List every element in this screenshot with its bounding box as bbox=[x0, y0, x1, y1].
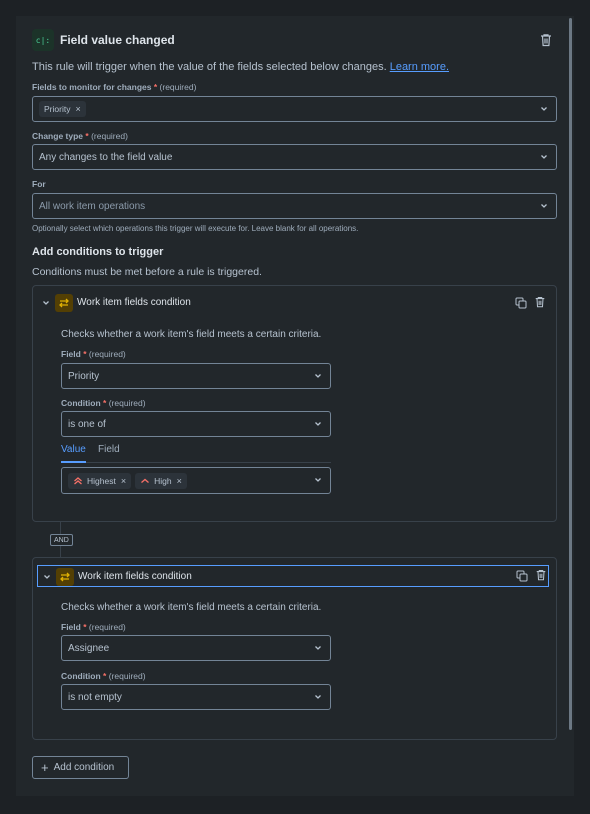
fields-to-monitor-select[interactable]: Priority × bbox=[32, 96, 557, 122]
chevron-down-icon bbox=[315, 374, 321, 378]
for-hint: Optionally select which operations this … bbox=[32, 224, 359, 233]
chevron-down-icon bbox=[315, 422, 321, 426]
for-label: For bbox=[32, 179, 46, 189]
add-condition-button[interactable]: + Add condition bbox=[32, 756, 129, 779]
remove-tag-icon[interactable]: × bbox=[121, 476, 126, 486]
duplicate-icon[interactable] bbox=[516, 570, 528, 582]
tab-field[interactable]: Field bbox=[98, 444, 120, 455]
chevron-down-icon bbox=[541, 155, 547, 159]
condition-operator-label: Condition * (required) bbox=[61, 671, 146, 681]
condition-operator-select[interactable]: is one of bbox=[61, 411, 331, 437]
condition-field-label: Field * (required) bbox=[61, 349, 126, 359]
delete-condition-icon[interactable] bbox=[535, 569, 547, 581]
panel-scrollbar[interactable] bbox=[569, 18, 572, 730]
value-field-tabs: Value Field bbox=[61, 444, 331, 463]
condition-title: Work item fields condition bbox=[78, 571, 192, 582]
chevron-down-icon bbox=[541, 204, 547, 208]
conditions-subtitle: Conditions must be met before a rule is … bbox=[32, 266, 262, 278]
chevron-down-icon[interactable] bbox=[43, 573, 51, 581]
condition-description: Checks whether a work item's field meets… bbox=[61, 329, 322, 340]
delete-trigger-icon[interactable] bbox=[539, 33, 553, 47]
condition-card-header[interactable]: Work item fields condition bbox=[37, 292, 549, 314]
for-operations-select[interactable]: All work item operations bbox=[32, 193, 557, 219]
trigger-icon: c|: bbox=[32, 29, 54, 51]
condition-title: Work item fields condition bbox=[77, 297, 191, 308]
condition-description: Checks whether a work item's field meets… bbox=[61, 602, 322, 613]
swap-icon bbox=[56, 568, 74, 586]
condition-card-header-focused[interactable]: Work item fields condition bbox=[37, 565, 549, 587]
value-tag-highest: Highest × bbox=[68, 472, 132, 489]
value-tag-high: High × bbox=[135, 472, 187, 489]
swap-icon bbox=[55, 294, 73, 312]
chevron-down-icon bbox=[541, 107, 547, 111]
trigger-title: Field value changed bbox=[60, 33, 175, 47]
plus-icon: + bbox=[41, 760, 49, 775]
trigger-description: This rule will trigger when the value of… bbox=[32, 61, 450, 73]
tab-value[interactable]: Value bbox=[61, 444, 86, 463]
learn-more-link[interactable]: Learn more. bbox=[390, 61, 449, 73]
condition-operator-label: Condition * (required) bbox=[61, 398, 146, 408]
condition-field-label: Field * (required) bbox=[61, 622, 126, 632]
condition-values-select[interactable]: Highest × High × bbox=[61, 467, 331, 494]
chevron-down-icon[interactable] bbox=[42, 299, 50, 307]
condition-field-select[interactable]: Priority bbox=[61, 363, 331, 389]
chevron-down-icon bbox=[315, 695, 321, 699]
condition-field-select[interactable]: Assignee bbox=[61, 635, 331, 661]
chevron-down-icon bbox=[315, 646, 321, 650]
delete-condition-icon[interactable] bbox=[534, 296, 546, 308]
field-tag-priority: Priority × bbox=[39, 101, 86, 117]
conditions-heading: Add conditions to trigger bbox=[32, 246, 164, 258]
condition-operator-select[interactable]: is not empty bbox=[61, 684, 331, 710]
priority-high-icon bbox=[141, 478, 150, 483]
chevron-down-icon bbox=[315, 478, 321, 482]
priority-highest-icon bbox=[74, 476, 82, 484]
remove-tag-icon[interactable]: × bbox=[75, 104, 80, 114]
fields-to-monitor-label: Fields to monitor for changes * (require… bbox=[32, 82, 197, 92]
duplicate-icon[interactable] bbox=[515, 297, 527, 309]
and-badge: AND bbox=[50, 534, 73, 546]
change-type-label: Change type * (required) bbox=[32, 131, 128, 141]
remove-tag-icon[interactable]: × bbox=[177, 476, 182, 486]
change-type-select[interactable]: Any changes to the field value bbox=[32, 144, 557, 170]
